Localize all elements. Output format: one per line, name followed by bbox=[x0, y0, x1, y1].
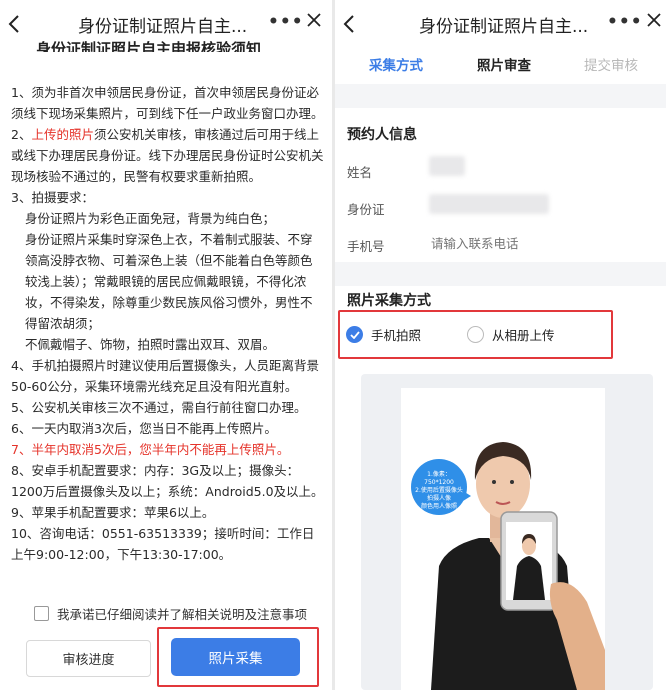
phone-input[interactable] bbox=[431, 236, 611, 251]
close-icon[interactable] bbox=[306, 12, 328, 34]
more-icon[interactable]: ••• bbox=[268, 12, 304, 32]
notice-item: 10、咨询电话：0551-63513339；接听时间：工作日上午9:00-12:… bbox=[11, 526, 315, 562]
notice-page: 身份证制证照片自主... ••• 身份证制证照片自主申报核验须知 1、须为非首次… bbox=[0, 0, 332, 690]
step-photo-review: 照片审查 bbox=[477, 58, 531, 74]
step-indicator: 采集方式 照片审查 提交审核 bbox=[335, 48, 666, 84]
notice-heading: 身份证制证照片自主申报核验须知 bbox=[36, 40, 262, 52]
name-label: 姓名 bbox=[347, 165, 373, 180]
notice-body: 1、须为非首次申领居民身份证，首次申领居民身份证必须线下现场采集照片，可到线下任… bbox=[11, 82, 324, 565]
notice-item-warning: 7、半年内取消5次后，您半年内不能再上传照片。 bbox=[11, 442, 290, 457]
photo-tip-bubble: 1.像素： 750*1200 2.使用后置摄像头 拍摄人像 颜色用人像照 bbox=[411, 459, 471, 515]
notice-subitem: 身份证照片采集时穿深色上衣，不着制式服装、不穿领高没脖衣物、可着深色上装（但不能… bbox=[25, 232, 313, 331]
appointee-section-title: 预约人信息 bbox=[347, 127, 417, 143]
notice-item: 1、须为非首次申领居民身份证，首次申领居民身份证必须线下现场采集照片，可到线下任… bbox=[11, 85, 324, 121]
notice-item: 3、拍摄要求： bbox=[11, 190, 94, 205]
step-capture-method: 采集方式 bbox=[369, 58, 423, 74]
page-title: 身份证制证照片自主... bbox=[78, 17, 248, 37]
check-icon[interactable] bbox=[346, 326, 363, 343]
option-album[interactable]: 从相册上传 bbox=[467, 325, 555, 344]
option-album-label: 从相册上传 bbox=[492, 328, 555, 343]
option-camera-label: 手机拍照 bbox=[371, 328, 422, 343]
more-icon[interactable]: ••• bbox=[607, 12, 643, 32]
notice-item: 5、公安机关审核三次不通过，需自行前往窗口办理。 bbox=[11, 400, 307, 415]
agree-checkbox[interactable] bbox=[34, 606, 49, 621]
id-value-blurred bbox=[429, 194, 549, 214]
highlighted-text: 上传的照片 bbox=[31, 127, 94, 142]
step-submit-review: 提交审核 bbox=[584, 58, 638, 74]
agree-label: 我承诺已仔细阅读并了解相关说明及注意事项 bbox=[57, 607, 308, 622]
name-value-blurred bbox=[429, 156, 465, 176]
agree-row: 我承诺已仔细阅读并了解相关说明及注意事项 bbox=[34, 604, 307, 623]
id-label: 身份证 bbox=[347, 202, 385, 217]
section-separator bbox=[335, 84, 666, 108]
section-separator bbox=[335, 262, 666, 286]
page-title: 身份证制证照片自主... bbox=[419, 17, 589, 37]
notice-item: 4、手机拍摄照片时建议使用后置摄像头，人员距离背景50-60公分，采集环境需光线… bbox=[11, 358, 319, 394]
phone-label: 手机号 bbox=[347, 239, 385, 254]
radio-unchecked[interactable] bbox=[467, 326, 484, 343]
photo-capture-button[interactable]: 照片采集 bbox=[171, 638, 300, 676]
back-icon[interactable] bbox=[2, 8, 26, 40]
close-icon[interactable] bbox=[646, 12, 666, 34]
review-progress-button[interactable]: 审核进度 bbox=[26, 640, 151, 677]
notice-item: 8、安卓手机配置要求：内存：3G及以上；摄像头：1200万后置摄像头及以上；系统… bbox=[11, 463, 324, 499]
option-camera[interactable]: 手机拍照 bbox=[346, 325, 421, 344]
capture-section-title: 照片采集方式 bbox=[347, 293, 431, 309]
notice-item: 2、上传的照片须公安机关审核，审核通过后可用于线上或线下办理居民身份证。线下办理… bbox=[11, 127, 324, 184]
notice-subitem: 身份证照片为彩色正面免冠，背景为纯白色； bbox=[25, 211, 276, 226]
notice-subitem: 不佩戴帽子、饰物，拍照时露出双耳、双眉。 bbox=[25, 337, 276, 352]
sample-photo bbox=[401, 388, 605, 690]
nav-bar: 身份证制证照片自主... ••• bbox=[335, 0, 666, 48]
sample-portrait-illustration bbox=[431, 442, 605, 690]
back-icon[interactable] bbox=[337, 8, 361, 40]
notice-item: 9、苹果手机配置要求：苹果6以上。 bbox=[11, 505, 215, 520]
capture-page: 身份证制证照片自主... ••• 采集方式 照片审查 提交审核 预约人信息 姓名… bbox=[335, 0, 666, 690]
notice-item: 6、一天内取消3次后，您当日不能再上传照片。 bbox=[11, 421, 277, 436]
